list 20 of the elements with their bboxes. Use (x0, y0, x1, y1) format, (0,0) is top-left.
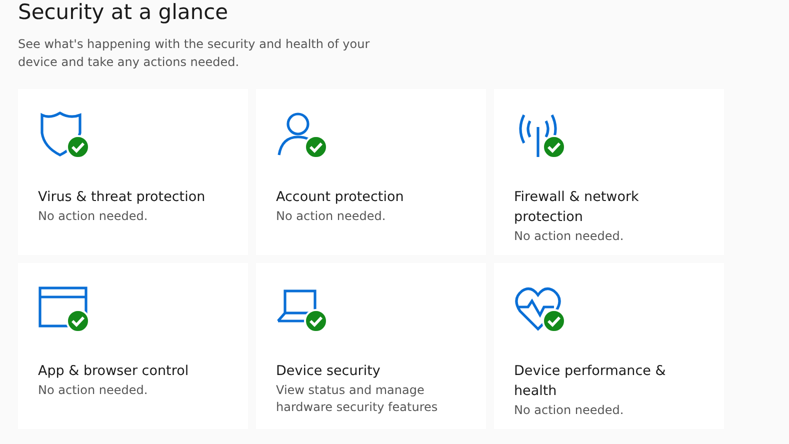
page-title: Security at a glance (18, 0, 230, 25)
card-status-text: No action needed. (514, 228, 625, 245)
security-card[interactable]: Device security View status and manage hardware security features (256, 263, 486, 429)
card-status-text: View status and manage hardware security features (276, 382, 439, 416)
security-card[interactable]: Account protection No action needed. (256, 89, 486, 255)
card-title: Device performance & health (514, 362, 667, 401)
card-title: Firewall & network protection (514, 188, 640, 227)
page-subtitle: See what's happening with the security and health of your device and take any actions needed. (18, 36, 371, 71)
security-card[interactable]: App & browser control No action needed. (18, 263, 248, 429)
card-title: Device security (276, 362, 382, 381)
card-title: App & browser control (38, 362, 190, 381)
security-card[interactable]: Firewall & network protection No action needed. (494, 89, 724, 255)
card-status-text: No action needed. (276, 208, 387, 225)
security-card[interactable]: Virus & threat protection No action needed. (18, 89, 248, 255)
security-card[interactable]: Device performance & health No action needed. (494, 263, 724, 429)
card-status-text: No action needed. (38, 208, 149, 225)
card-title: Account protection (276, 188, 405, 207)
card-title: Virus & threat protection (38, 188, 206, 207)
card-status-text: No action needed. (514, 402, 625, 419)
card-status-text: No action needed. (38, 382, 149, 399)
